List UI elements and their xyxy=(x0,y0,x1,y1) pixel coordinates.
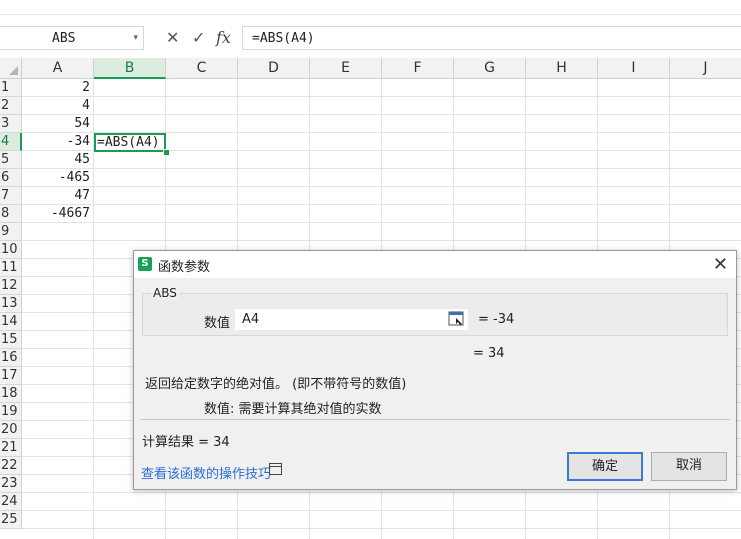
cancel-formula-icon[interactable]: ✕ xyxy=(166,28,179,47)
gridline xyxy=(22,96,741,97)
row-header-17[interactable]: 17 xyxy=(0,367,22,385)
video-tutorial-icon[interactable] xyxy=(269,463,282,475)
function-arguments-dialog: S 函数参数 ✕ ABS 数值 A4 = -34 = 34 返回给定数字的绝对值… xyxy=(133,250,737,490)
gridline xyxy=(22,204,741,205)
cell-a8[interactable]: -4667 xyxy=(22,205,90,223)
parameter-description: 数值: 需要计算其绝对值的实数 xyxy=(204,402,382,417)
row-header-6[interactable]: 6 xyxy=(0,169,22,187)
name-box-value: ABS xyxy=(52,31,76,46)
argument-label: 数值 xyxy=(204,316,231,331)
argument-input[interactable]: A4 xyxy=(235,309,468,330)
gridline xyxy=(22,222,741,223)
cell-a3[interactable]: 54 xyxy=(22,115,90,133)
range-select-icon[interactable] xyxy=(448,311,464,326)
gridline xyxy=(22,168,741,169)
row-header-12[interactable]: 12 xyxy=(0,277,22,295)
column-header-f[interactable]: F xyxy=(382,58,454,79)
column-header-a[interactable]: A xyxy=(22,58,94,79)
gridline xyxy=(22,114,741,115)
cell-a1[interactable]: 2 xyxy=(22,79,90,97)
row-header-11[interactable]: 11 xyxy=(0,259,22,277)
name-box[interactable]: ABS ▾ xyxy=(0,26,144,50)
column-header-d[interactable]: D xyxy=(238,58,310,79)
cell-a4[interactable]: -34 xyxy=(22,133,90,151)
calculation-result: 计算结果 = 34 xyxy=(142,435,230,450)
ok-button[interactable]: 确定 xyxy=(567,452,643,481)
row-header-3[interactable]: 3 xyxy=(0,115,22,133)
row-header-25[interactable]: 25 xyxy=(0,511,22,529)
dialog-title: 函数参数 xyxy=(158,260,211,275)
row-header-9[interactable]: 9 xyxy=(0,223,22,241)
confirm-formula-icon[interactable]: ✓ xyxy=(192,28,205,47)
formula-input[interactable]: =ABS(A4) xyxy=(242,26,741,50)
formula-text: =ABS(A4) xyxy=(252,31,315,46)
row-header-4[interactable]: 4 xyxy=(0,133,22,151)
active-cell-b4[interactable]: =ABS(A4) xyxy=(94,133,166,152)
function-description: 返回给定数字的绝对值。 (即不带符号的数值) xyxy=(145,377,407,392)
gridline xyxy=(22,186,741,187)
row-header-20[interactable]: 20 xyxy=(0,421,22,439)
row-header-8[interactable]: 8 xyxy=(0,205,22,223)
row-header-22[interactable]: 22 xyxy=(0,457,22,475)
row-header-24[interactable]: 24 xyxy=(0,493,22,511)
row-header-5[interactable]: 5 xyxy=(0,151,22,169)
gridline xyxy=(22,240,741,241)
row-header-21[interactable]: 21 xyxy=(0,439,22,457)
row-header-13[interactable]: 13 xyxy=(0,295,22,313)
row-header-23[interactable]: 23 xyxy=(0,475,22,493)
gridline xyxy=(22,528,741,529)
column-header-i[interactable]: I xyxy=(598,58,670,79)
column-header-e[interactable]: E xyxy=(310,58,382,79)
insert-function-icon[interactable]: fx xyxy=(216,28,231,47)
function-help-link[interactable]: 查看该函数的操作技巧 xyxy=(141,463,271,482)
cell-a6[interactable]: -465 xyxy=(22,169,90,187)
divider xyxy=(140,419,730,420)
cancel-button[interactable]: 取消 xyxy=(651,452,727,481)
chevron-down-icon[interactable]: ▾ xyxy=(133,33,138,43)
gridline xyxy=(22,510,741,511)
row-header-15[interactable]: 15 xyxy=(0,331,22,349)
row-header-10[interactable]: 10 xyxy=(0,241,22,259)
close-icon[interactable]: ✕ xyxy=(713,254,728,275)
column-header-h[interactable]: H xyxy=(526,58,598,79)
dialog-titlebar: S 函数参数 ✕ xyxy=(134,251,736,278)
column-header-b[interactable]: B xyxy=(94,58,166,79)
row-header-1[interactable]: 1 xyxy=(0,79,22,97)
row-header-7[interactable]: 7 xyxy=(0,187,22,205)
formula-result-preview: = 34 xyxy=(473,346,505,361)
argument-evaluated-value: = -34 xyxy=(478,312,515,327)
active-cell-content: =ABS(A4) xyxy=(97,135,160,150)
cell-a7[interactable]: 47 xyxy=(22,187,90,205)
cell-a5[interactable]: 45 xyxy=(22,151,90,169)
column-header-g[interactable]: G xyxy=(454,58,526,79)
row-header-19[interactable]: 19 xyxy=(0,403,22,421)
row-header-14[interactable]: 14 xyxy=(0,313,22,331)
fill-handle[interactable] xyxy=(163,149,170,156)
argument-input-value: A4 xyxy=(242,312,260,327)
formula-bar: ABS ▾ ✕ ✓ fx =ABS(A4) xyxy=(0,24,741,52)
row-header-16[interactable]: 16 xyxy=(0,349,22,367)
select-all-corner[interactable] xyxy=(0,58,22,79)
column-header-j[interactable]: J xyxy=(670,58,741,79)
cell-a2[interactable]: 4 xyxy=(22,97,90,115)
gridline xyxy=(22,492,741,493)
row-header-2[interactable]: 2 xyxy=(0,97,22,115)
function-name-label: ABS xyxy=(151,286,179,300)
row-header-18[interactable]: 18 xyxy=(0,385,22,403)
top-toolbar-strip xyxy=(0,0,741,15)
column-header-c[interactable]: C xyxy=(166,58,238,79)
app-logo-icon: S xyxy=(138,257,152,271)
